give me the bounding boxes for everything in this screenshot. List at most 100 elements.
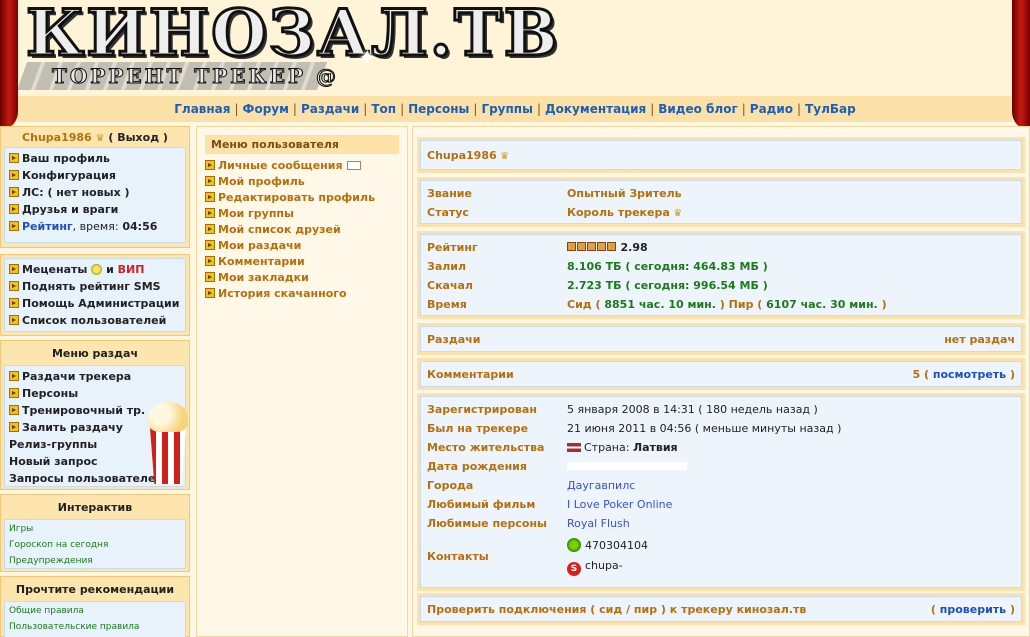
nav-persons[interactable]: Персоны	[408, 102, 469, 116]
your-profile-link[interactable]: Ваш профиль	[9, 150, 181, 167]
releases-value: нет раздач	[944, 333, 1015, 346]
arrow-bullet-icon	[9, 187, 19, 197]
sms-rating-link[interactable]: Поднять рейтинг SMS	[9, 278, 181, 295]
nav-separator: |	[473, 102, 478, 116]
patrons-link[interactable]: Меценаты	[22, 263, 87, 276]
time-label: Время	[427, 298, 467, 311]
arrow-bullet-icon	[205, 160, 215, 170]
arrow-bullet-icon	[205, 240, 215, 250]
menu-my-releases[interactable]: Мои раздачи	[205, 238, 399, 254]
arrow-bullet-icon	[9, 264, 19, 274]
status-value: Король трекера	[567, 206, 670, 219]
film-label: Любимый фильм	[427, 498, 536, 511]
arrow-bullet-icon	[205, 224, 215, 234]
persons-link[interactable]: Персоны	[9, 385, 181, 402]
arrow-bullet-icon	[9, 422, 19, 432]
profile-username: Chupa1986	[427, 149, 497, 162]
check-connection-link[interactable]: проверить	[940, 603, 1006, 616]
rules-title: Прочтите рекомендации	[15, 583, 175, 596]
nav-groups[interactable]: Группы	[481, 102, 533, 116]
arrow-bullet-icon	[205, 192, 215, 202]
skype-icon: S	[567, 562, 581, 576]
menu-messages[interactable]: Личные сообщения	[205, 158, 399, 174]
nav-releases[interactable]: Раздачи	[301, 102, 359, 116]
view-comments-link[interactable]: посмотреть	[933, 368, 1006, 381]
rating-star	[587, 242, 596, 251]
horoscope-link[interactable]: Гороскоп на сегодня	[9, 537, 181, 553]
nav-toolbar[interactable]: ТулБар	[805, 102, 856, 116]
vip-link[interactable]: ВИП	[118, 263, 145, 276]
userlist-link[interactable]: Список пользователей	[9, 312, 181, 329]
details-panel: Зарегистрирован 5 января 2008 в 14:31 ( 1…	[417, 393, 1025, 591]
rating-star	[567, 242, 576, 251]
arrow-bullet-icon	[9, 371, 19, 381]
sponsor-box: Меценаты и ВИП Поднять рейтинг SMS Помощ…	[0, 254, 190, 336]
user-rules-link[interactable]: Пользовательские правила	[9, 619, 181, 635]
rating-star	[577, 242, 586, 251]
downloaded-label: Скачал	[427, 279, 473, 292]
profile-name-panel: Chupa1986 ♛	[417, 137, 1025, 173]
city-value[interactable]: Даугавпилс	[567, 476, 635, 495]
friends-link[interactable]: Друзья и враги	[9, 201, 181, 218]
arrow-bullet-icon	[205, 272, 215, 282]
persons-label: Любимые персоны	[427, 517, 548, 530]
envelope-icon	[346, 161, 361, 170]
nav-separator: |	[650, 102, 655, 116]
nav-separator: |	[741, 102, 746, 116]
rating-star	[607, 242, 616, 251]
site-logo[interactable]: КИНОЗАЛ.ТВ ТОРРЕНТ ТРЕКЕР @ ✦	[16, 0, 559, 96]
comments-panel: Комментарии 5 ( посмотреть )	[417, 358, 1025, 390]
menu-friends-list[interactable]: Мой список друзей	[205, 222, 399, 238]
nav-docs[interactable]: Документация	[545, 102, 646, 116]
logo-subtitle: ТОРРЕНТ ТРЕКЕР @	[52, 64, 339, 89]
lastseen-label: Был на трекере	[427, 422, 529, 435]
rating-stars-icon	[567, 238, 617, 257]
city-label: Города	[427, 479, 474, 492]
arrow-bullet-icon	[205, 208, 215, 218]
icq-contact: 470304104	[567, 535, 648, 556]
crown-icon: ♛	[500, 151, 510, 162]
logout-link[interactable]: ( Выход )	[108, 131, 168, 144]
interactive-box: Интерактив Игры Гороскоп на сегодня Пред…	[0, 494, 190, 572]
arrow-bullet-icon	[9, 204, 19, 214]
games-link[interactable]: Игры	[9, 521, 181, 537]
nav-radio[interactable]: Радио	[750, 102, 793, 116]
check-connection-panel: Проверить подключения ( сид / пир ) к тр…	[417, 593, 1025, 625]
rank-value: Опытный Зритель	[567, 187, 682, 200]
admin-help-link[interactable]: Помощь Администрации	[9, 295, 181, 312]
general-rules-link[interactable]: Общие правила	[9, 603, 181, 619]
nav-videoblog[interactable]: Видео блог	[658, 102, 738, 116]
pm-link[interactable]: ЛС: ( нет новых )	[9, 184, 181, 201]
nav-separator: |	[400, 102, 405, 116]
crown-icon: ♛	[95, 133, 105, 144]
tracker-releases-link[interactable]: Раздачи трекера	[9, 368, 181, 385]
menu-my-groups[interactable]: Мои группы	[205, 206, 399, 222]
seed-time: 8851 час. 10 мин.	[604, 298, 716, 311]
username-link[interactable]: Chupa1986	[22, 131, 92, 144]
rating-link[interactable]: Рейтинг	[22, 220, 73, 233]
peer-time: 6107 час. 30 мин.	[766, 298, 878, 311]
arrow-bullet-icon	[205, 256, 215, 266]
menu-download-history[interactable]: История скачанного	[205, 286, 399, 302]
nav-home[interactable]: Главная	[174, 102, 230, 116]
menu-my-profile[interactable]: Мой профиль	[205, 174, 399, 190]
menu-edit-profile[interactable]: Редактировать профиль	[205, 190, 399, 206]
user-menu-title: Меню пользователя	[205, 135, 399, 154]
comments-label: Комментарии	[427, 368, 514, 381]
rank-label: Звание	[427, 187, 472, 200]
user-menu: Меню пользователя Личные сообщения Мой пр…	[196, 126, 408, 637]
arrow-bullet-icon	[9, 315, 19, 325]
nav-forum[interactable]: Форум	[243, 102, 289, 116]
warnings-link[interactable]: Предупреждения	[9, 553, 181, 569]
nav-top[interactable]: Топ	[371, 102, 396, 116]
film-value[interactable]: I Love Poker Online	[567, 495, 672, 514]
birthday-value-redacted	[567, 457, 687, 476]
menu-comments[interactable]: Комментарии	[205, 254, 399, 270]
config-link[interactable]: Конфигурация	[9, 167, 181, 184]
interactive-title: Интерактив	[57, 501, 133, 514]
arrow-bullet-icon	[205, 176, 215, 186]
menu-bookmarks[interactable]: Мои закладки	[205, 270, 399, 286]
nav-separator: |	[292, 102, 297, 116]
persons-value[interactable]: Royal Flush	[567, 514, 630, 533]
stats-panel: Рейтинг 2.98 Залил 8.106 ТБ ( сегодня: 46…	[417, 231, 1025, 319]
